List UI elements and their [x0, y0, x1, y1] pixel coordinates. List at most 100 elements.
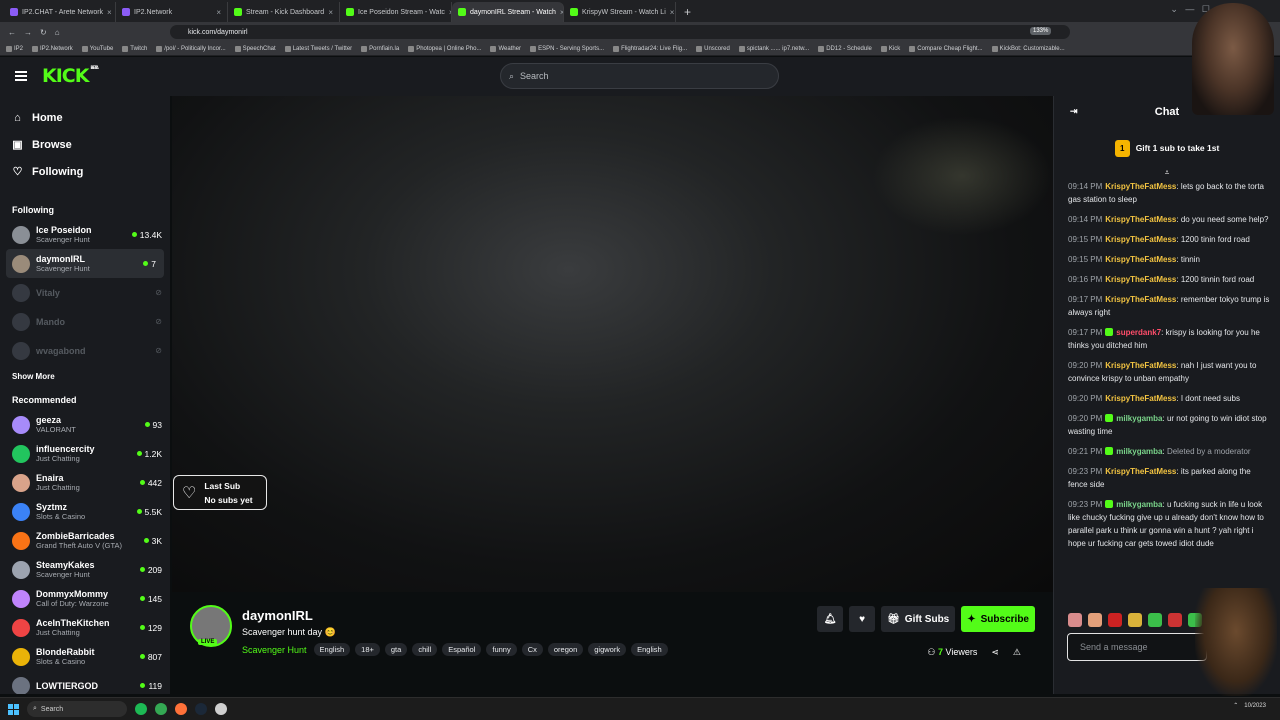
app-icon[interactable]	[215, 703, 227, 715]
recommended-channel[interactable]: DommyxMommy Call of Duty: Warzone 145	[0, 584, 170, 613]
recommended-channel[interactable]: LOWTIERGOD 119	[0, 671, 170, 694]
back-icon[interactable]: ←	[8, 28, 16, 37]
gift-subs-button[interactable]: 🎁︎ Gift Subs	[881, 606, 956, 632]
bookmark-item[interactable]: ESPN - Serving Sports...	[530, 45, 604, 52]
stream-tag[interactable]: gigwork	[588, 643, 627, 656]
bookmark-item[interactable]: /pol/ - Politically Incor...	[156, 45, 226, 52]
stream-tag[interactable]: funny	[486, 643, 517, 656]
address-bar[interactable]: kick.com/daymonirl	[170, 25, 1070, 39]
recommended-channel[interactable]: geeza VALORANT 93	[0, 410, 170, 439]
stream-tag[interactable]: English	[313, 643, 351, 656]
following-channel[interactable]: Vitaly ⊘	[0, 278, 170, 307]
zoom-level[interactable]: 133%	[1030, 27, 1052, 35]
bookmark-item[interactable]: Unscored	[696, 45, 730, 52]
pinned-toggle-icon[interactable]: ⩡	[1054, 168, 1280, 180]
message-username[interactable]: superdank7	[1116, 328, 1161, 337]
browser-tab[interactable]: Stream - Kick Dashboard ×	[228, 2, 340, 22]
chrome-icon[interactable]	[155, 703, 167, 715]
forward-icon[interactable]: →	[24, 28, 32, 37]
streamer-name[interactable]: daymonIRL	[242, 608, 313, 623]
bookmark-item[interactable]: Twitch	[122, 45, 147, 52]
recommended-channel[interactable]: Enaira Just Chatting 442	[0, 468, 170, 497]
emote-icon[interactable]	[1088, 613, 1102, 627]
message-username[interactable]: KrispyTheFatMess	[1105, 361, 1176, 370]
nav-item-following[interactable]: ♡ Following	[0, 158, 170, 185]
browser-tab[interactable]: KrispyW Stream - Watch Li ×	[564, 2, 676, 22]
bookmark-item[interactable]: SpeechChat	[234, 45, 276, 52]
bookmark-item[interactable]: Photopea | Online Pho...	[408, 45, 481, 52]
following-channel[interactable]: Ice Poseidon Scavenger Hunt 13.4K	[0, 220, 170, 249]
bookmark-item[interactable]: Compare Cheap Flight...	[909, 45, 983, 52]
notification-button[interactable]: 🔔︎	[817, 606, 844, 632]
message-username[interactable]: milkygamba	[1116, 500, 1162, 509]
chat-input[interactable]	[1080, 642, 1190, 652]
emote-icon[interactable]	[1068, 613, 1082, 627]
taskbar-search[interactable]: ⌕ Search	[27, 701, 127, 717]
clock-date[interactable]: 10/2023	[1244, 703, 1266, 709]
emote-icon[interactable]	[1148, 613, 1162, 627]
recommended-channel[interactable]: SteamyKakes Scavenger Hunt 209	[0, 555, 170, 584]
browser-tab[interactable]: daymonIRL Stream - Watch×	[452, 2, 564, 22]
emote-icon[interactable]	[1108, 613, 1122, 627]
chevron-up-icon[interactable]: ⌃	[1233, 702, 1238, 709]
browser-tab[interactable]: IP2.Network ×	[116, 2, 228, 22]
show-more-button[interactable]: Show More	[0, 365, 170, 387]
following-channel[interactable]: wvagabond ⊘	[0, 336, 170, 365]
share-icon[interactable]: ⋖	[991, 647, 999, 658]
follow-button[interactable]: ♥	[849, 606, 876, 632]
browser-tab[interactable]: Ice Poseidon Stream - Watc×	[340, 2, 452, 22]
recommended-channel[interactable]: AceInTheKitchen Just Chatting 129	[0, 613, 170, 642]
message-username[interactable]: KrispyTheFatMess	[1105, 295, 1176, 304]
bookmark-item[interactable]: Flightradar24: Live Flig...	[613, 45, 687, 52]
message-username[interactable]: KrispyTheFatMess	[1105, 394, 1176, 403]
bookmark-item[interactable]: spictank ...... ip7.netw...	[738, 45, 809, 52]
menu-icon[interactable]	[15, 71, 27, 81]
nav-item-browse[interactable]: ▣ Browse	[0, 131, 170, 158]
browser-tab[interactable]: IP2.CHAT - Arete Network ×	[4, 2, 116, 22]
following-channel[interactable]: daymonIRL Scavenger Hunt 7	[6, 249, 164, 278]
chat-input-box[interactable]	[1067, 633, 1207, 661]
stream-tag[interactable]: 18+	[355, 643, 380, 656]
bookmark-item[interactable]: Pornfiain.la	[361, 45, 399, 52]
recommended-channel[interactable]: BlondeRabbit Slots & Casino 807	[0, 642, 170, 671]
new-tab-button[interactable]: +	[676, 2, 699, 22]
nav-item-home[interactable]: ⌂ Home	[0, 104, 170, 131]
bookmark-item[interactable]: Weather	[490, 45, 521, 52]
message-username[interactable]: KrispyTheFatMess	[1105, 275, 1176, 284]
bookmark-item[interactable]: IP2.Network	[32, 45, 73, 52]
stream-tag[interactable]: chill	[412, 643, 438, 656]
report-icon[interactable]: ⚠	[1013, 647, 1021, 658]
collapse-chat-icon[interactable]: ⇥	[1070, 106, 1078, 117]
stream-tag[interactable]: gta	[384, 643, 408, 656]
message-username[interactable]: milkygamba	[1116, 447, 1162, 456]
stream-tag[interactable]: English	[631, 643, 668, 656]
reload-icon[interactable]: ↻	[40, 28, 47, 37]
bookmark-item[interactable]: YouTube	[81, 45, 113, 52]
message-username[interactable]: KrispyTheFatMess	[1105, 235, 1176, 244]
bookmark-item[interactable]: IP2	[6, 45, 23, 52]
steam-icon[interactable]	[195, 703, 207, 715]
message-username[interactable]: KrispyTheFatMess	[1105, 467, 1176, 476]
search-input[interactable]	[520, 71, 761, 81]
message-username[interactable]: KrispyTheFatMess	[1105, 182, 1176, 191]
video-player[interactable]	[172, 96, 1053, 592]
recommended-channel[interactable]: influencercity Just Chatting 1.2K	[0, 439, 170, 468]
recommended-channel[interactable]: Syztmz Slots & Casino 5.5K	[0, 497, 170, 526]
windows-start-icon[interactable]	[8, 703, 19, 715]
close-tab-icon[interactable]: ×	[328, 8, 333, 17]
spotify-icon[interactable]	[135, 703, 147, 715]
message-username[interactable]: KrispyTheFatMess	[1105, 255, 1176, 264]
category-link[interactable]: Scavenger Hunt	[242, 645, 307, 655]
bookmark-item[interactable]: DD12 - Schedule	[818, 45, 872, 52]
recommended-channel[interactable]: ZombieBarricades Grand Theft Auto V (GTA)…	[0, 526, 170, 555]
message-username[interactable]: milkygamba	[1116, 414, 1162, 423]
close-tab-icon[interactable]: ×	[107, 8, 112, 17]
stream-tag[interactable]: oregon	[547, 643, 584, 656]
stream-tag[interactable]: Español	[442, 643, 482, 656]
emote-icon[interactable]	[1128, 613, 1142, 627]
search-box[interactable]: ⌕	[500, 63, 779, 89]
emote-icon[interactable]	[1168, 613, 1182, 627]
close-tab-icon[interactable]: ×	[670, 8, 675, 17]
bookmark-item[interactable]: Kick	[880, 45, 900, 52]
stream-tag[interactable]: Cx	[521, 643, 543, 656]
